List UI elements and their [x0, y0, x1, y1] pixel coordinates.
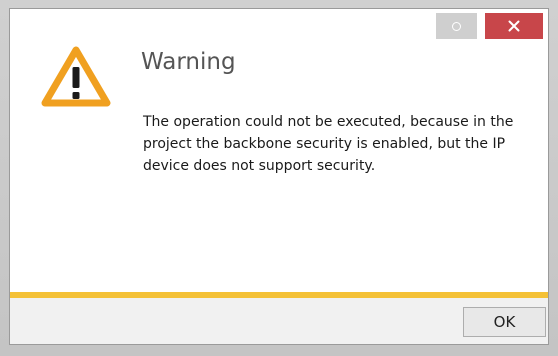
restore-icon	[452, 21, 461, 31]
dialog-message: The operation could not be executed, bec…	[143, 114, 514, 174]
close-button[interactable]	[485, 13, 543, 39]
close-icon	[508, 20, 520, 32]
restore-button[interactable]	[436, 13, 477, 39]
dialog-title: Warning	[141, 49, 236, 75]
ok-button[interactable]: OK	[463, 307, 546, 337]
warning-triangle-icon	[41, 46, 111, 107]
warning-dialog: Warning The operation could not be execu…	[10, 9, 548, 344]
dialog-footer: OK	[10, 298, 548, 344]
